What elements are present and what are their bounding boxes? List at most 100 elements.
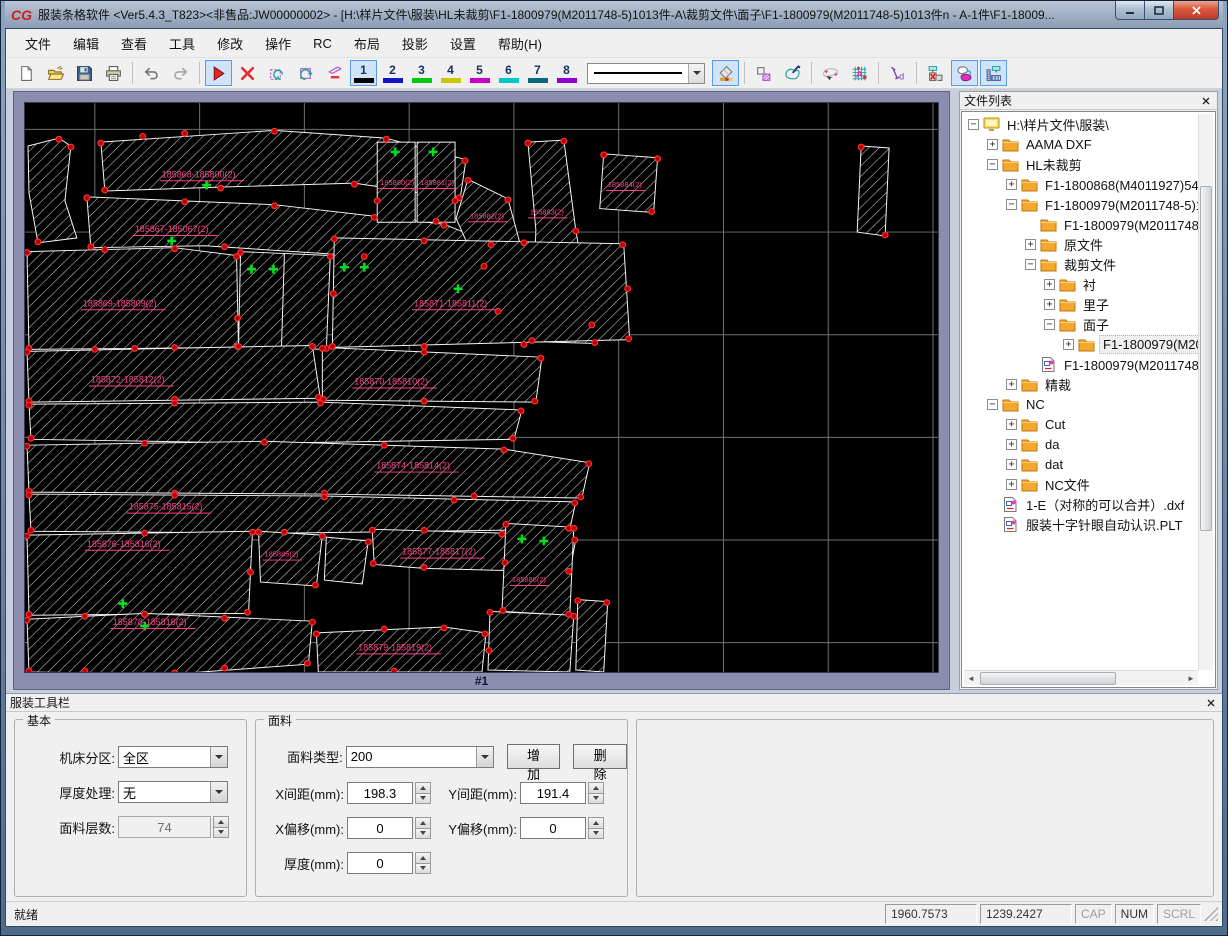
pen-button-4[interactable]: 4 — [437, 60, 464, 86]
tree-expander[interactable]: + — [1063, 338, 1074, 350]
tree-expander[interactable]: + — [1044, 298, 1055, 310]
dropdown-arrow-icon[interactable] — [475, 746, 493, 767]
title-bar[interactable]: CG 服装条格软件 <Ver5.4.3_T823><非售品:JW00000002… — [5, 1, 1223, 28]
pen-button-7[interactable]: 7 — [524, 60, 551, 86]
vertical-scrollbar-thumb[interactable] — [1200, 186, 1212, 531]
tree-expander[interactable]: − — [987, 158, 998, 170]
y-offset-input[interactable] — [520, 817, 586, 839]
x-offset-input[interactable] — [347, 817, 413, 839]
tree-item[interactable]: + AAMA DXF — [964, 134, 1198, 154]
x-offset-stepper[interactable] — [415, 817, 431, 839]
tree-item[interactable]: + 精裁 — [964, 374, 1198, 394]
select-tool-button[interactable] — [205, 60, 232, 86]
tree-expander[interactable]: + — [1025, 238, 1036, 250]
tree-item[interactable]: + 原文件 — [964, 234, 1198, 254]
tree-expander[interactable]: + — [1006, 458, 1017, 470]
menu-item-8[interactable]: 投影 — [391, 30, 439, 57]
menu-item-2[interactable]: 查看 — [110, 30, 158, 57]
menu-item-3[interactable]: 工具 — [158, 30, 206, 57]
tree-item[interactable]: 1-E（对称的可以合并）.dxf — [964, 494, 1198, 514]
pen-button-5[interactable]: 5 — [466, 60, 493, 86]
tree-item[interactable]: F1-1800979(M2011748-5)1013件n — [964, 214, 1198, 234]
tree-item[interactable]: − F1-1800979(M2011748-5)1013件-A — [964, 194, 1198, 214]
delete-tool-button[interactable] — [234, 60, 261, 86]
tree-item[interactable]: + NC文件 — [964, 474, 1198, 494]
pattern-piece[interactable] — [501, 522, 575, 616]
tree-item[interactable]: F1-1800979(M2011748-5)1013件n — [964, 354, 1198, 374]
step-down-button[interactable] — [588, 828, 604, 839]
fabric-layers-stepper[interactable] — [213, 816, 229, 838]
horizontal-scrollbar[interactable]: ◄ ► — [964, 670, 1198, 685]
step-up-button[interactable] — [588, 817, 604, 829]
menu-item-0[interactable]: 文件 — [14, 30, 62, 57]
save-file-button[interactable] — [71, 60, 98, 86]
dropdown-arrow-icon[interactable] — [210, 782, 227, 802]
tree-expander[interactable]: + — [1006, 378, 1017, 390]
step-down-button[interactable] — [415, 793, 431, 804]
tree-item[interactable]: − 面子 — [964, 314, 1198, 334]
pen-button-3[interactable]: 3 — [408, 60, 435, 86]
shape-edit-tool-button[interactable] — [779, 60, 806, 86]
step-up-button[interactable] — [213, 816, 229, 828]
projector-ruler-tool-button[interactable] — [980, 60, 1007, 86]
tree-expander[interactable]: + — [1006, 418, 1017, 430]
measure-tool-button[interactable]: d — [884, 60, 911, 86]
tree-item[interactable]: + Cut — [964, 414, 1198, 434]
pattern-piece[interactable] — [27, 137, 78, 244]
tree-item[interactable]: − HL未裁剪 — [964, 154, 1198, 174]
tree-item[interactable]: + F1-1800868(M4011927)548件 — [964, 174, 1198, 194]
tree-expander[interactable]: − — [1025, 258, 1036, 270]
fabric-layers-input[interactable] — [118, 816, 211, 838]
tree-expander[interactable]: − — [1044, 318, 1055, 330]
tree-expander[interactable]: + — [1006, 178, 1017, 190]
step-up-button[interactable] — [415, 817, 431, 829]
maximize-button[interactable] — [1145, 1, 1173, 20]
copy-region-tool-button[interactable] — [750, 60, 777, 86]
menu-item-6[interactable]: RC — [302, 32, 343, 55]
x-spacing-input[interactable] — [347, 782, 413, 804]
fill-style-tool-button[interactable] — [712, 60, 739, 86]
step-down-button[interactable] — [415, 863, 431, 874]
pattern-piece[interactable] — [323, 536, 369, 585]
pen-button-6[interactable]: 6 — [495, 60, 522, 86]
pattern-piece[interactable] — [331, 237, 631, 348]
tree-item[interactable]: 服装十字针眼自动认识.PLT — [964, 514, 1198, 534]
thickness-stepper[interactable] — [415, 852, 431, 874]
tree-expander[interactable]: − — [1006, 198, 1017, 210]
tree-expander[interactable]: + — [1006, 478, 1017, 490]
pattern-piece[interactable] — [28, 401, 523, 444]
tree-expander[interactable]: − — [987, 398, 998, 410]
delete-fabric-button[interactable]: 删除 — [573, 744, 627, 782]
rotate-ccw-tool-button[interactable] — [263, 60, 290, 86]
menu-item-7[interactable]: 布局 — [343, 30, 391, 57]
menu-item-1[interactable]: 编辑 — [62, 30, 110, 57]
tree-expander[interactable]: + — [1044, 278, 1055, 290]
pen-button-2[interactable]: 2 — [379, 60, 406, 86]
tree-item[interactable]: + 里子 — [964, 294, 1198, 314]
fabric-type-select[interactable]: 200 — [345, 745, 494, 768]
machine-zone-select[interactable]: 全区 — [118, 746, 228, 768]
step-up-button[interactable] — [415, 852, 431, 864]
menu-item-9[interactable]: 设置 — [439, 30, 487, 57]
pick-piece-tool-button[interactable] — [817, 60, 844, 86]
tree-expander[interactable]: + — [987, 138, 998, 150]
tree-item[interactable]: − NC — [964, 394, 1198, 414]
tree-item[interactable]: + da — [964, 434, 1198, 454]
tool-panel-close-button[interactable] — [1204, 696, 1218, 710]
y-spacing-stepper[interactable] — [588, 782, 604, 804]
file-list-close-button[interactable] — [1199, 94, 1213, 108]
rotate-cw-tool-button[interactable] — [292, 60, 319, 86]
y-spacing-input[interactable] — [520, 782, 586, 804]
step-up-button[interactable] — [588, 782, 604, 794]
offset-copy-tool-button[interactable] — [321, 60, 348, 86]
scroll-right-arrow[interactable]: ► — [1184, 672, 1198, 685]
open-file-button[interactable] — [42, 60, 69, 86]
pattern-canvas-svg[interactable]: 185868-185800(2) 185867-185067(2) 185880(2… — [25, 103, 938, 672]
menu-item-5[interactable]: 操作 — [254, 30, 302, 57]
pattern-piece[interactable] — [856, 145, 890, 237]
pattern-piece[interactable] — [321, 346, 543, 403]
tree-item[interactable]: + 衬 — [964, 274, 1198, 294]
grid-mark-tool-button[interactable]: A — [846, 60, 873, 86]
pattern-piece[interactable] — [28, 493, 577, 534]
step-down-button[interactable] — [588, 793, 604, 804]
